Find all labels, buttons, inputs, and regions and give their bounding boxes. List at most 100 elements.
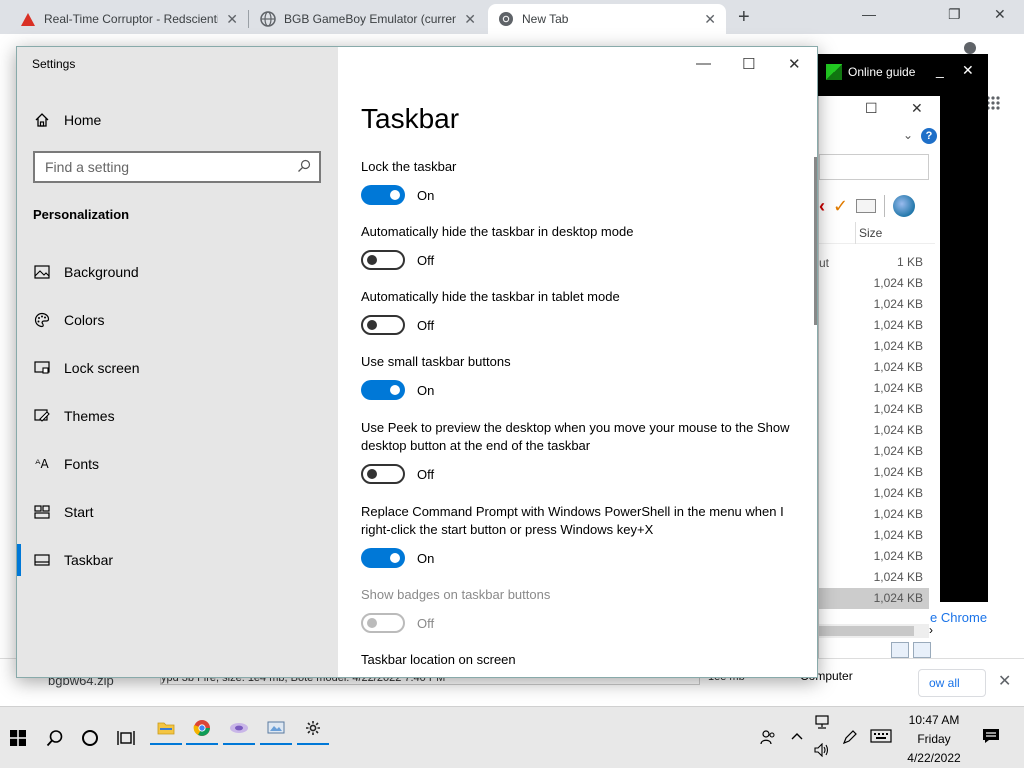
help-icon[interactable]: ? (921, 128, 937, 144)
nav-lock-screen[interactable]: Lock screen (17, 348, 338, 388)
file-row-size[interactable]: 1,024 KB (819, 567, 929, 588)
file-row-size[interactable]: 1,024 KB (819, 399, 929, 420)
taskbar-icon (33, 551, 51, 569)
toggle-autohide-tablet[interactable]: Off (361, 315, 434, 335)
keyboard-icon[interactable] (870, 729, 892, 746)
close-icon[interactable]: ✕ (704, 11, 716, 28)
column-header[interactable]: Size (819, 222, 935, 244)
toggle-state: Off (417, 317, 435, 333)
horizontal-scrollbar[interactable]: › (819, 623, 933, 638)
file-row-size[interactable]: 1,024 KB (819, 441, 929, 462)
settings-search-box[interactable] (33, 151, 321, 183)
file-row-size[interactable]: 1,024 KB (819, 588, 929, 609)
toggle-switch[interactable] (361, 548, 405, 568)
file-row-size[interactable]: 1,024 KB (819, 378, 929, 399)
close-icon[interactable]: ✕ (998, 671, 1011, 691)
file-row-size[interactable]: 1,024 KB (819, 294, 929, 315)
vertical-scrollbar[interactable] (814, 157, 817, 325)
toggle-powershell[interactable]: On (361, 548, 434, 568)
new-tab-button[interactable]: + (738, 6, 750, 29)
toggle-peek[interactable]: Off (361, 464, 434, 484)
file-row-size[interactable]: 1,024 KB (819, 483, 929, 504)
maximize-button[interactable]: ☐ (865, 100, 878, 117)
file-row-size[interactable]: 1 KB (819, 252, 929, 273)
minimize-button[interactable]: — (696, 55, 711, 72)
toggle-switch[interactable] (361, 185, 405, 205)
chevron-up-icon[interactable] (790, 729, 804, 744)
close-icon[interactable]: ✕ (226, 11, 238, 28)
delete-icon[interactable]: ‹ (819, 196, 825, 217)
tab-real-time-corruptor[interactable]: Real-Time Corruptor - Redscienti ✕ (10, 4, 248, 34)
scroll-thumb[interactable] (819, 626, 914, 636)
toggle-autohide-desktop[interactable]: Off (361, 250, 434, 270)
details-view-icon[interactable] (891, 642, 909, 658)
search-icon[interactable] (297, 159, 311, 176)
column-divider (855, 222, 856, 244)
toggle-switch[interactable] (361, 315, 405, 335)
toggle-small-buttons[interactable]: On (361, 380, 434, 400)
file-row-size[interactable]: 1,024 KB (819, 336, 929, 357)
people-icon[interactable] (760, 729, 776, 748)
action-center-icon[interactable] (982, 727, 1000, 748)
nav-start[interactable]: Start (17, 492, 338, 532)
taskbar-app-settings[interactable] (294, 713, 332, 745)
chrome-promo-link[interactable]: e Chrome (930, 610, 987, 625)
cortana-button[interactable] (72, 707, 108, 768)
tab-bgb-emulator[interactable]: BGB GameBoy Emulator (current ✕ (250, 4, 486, 34)
nav-background[interactable]: Background (17, 252, 338, 292)
taskbar-app-file-explorer[interactable] (147, 713, 185, 745)
file-row-size[interactable]: 1,024 KB (819, 357, 929, 378)
file-row-size[interactable]: 1,024 KB (819, 546, 929, 567)
scroll-right-arrow[interactable]: › (929, 623, 933, 637)
chrome-restore-button[interactable]: ❐ (948, 6, 961, 23)
show-all-button[interactable]: ow all (918, 669, 986, 697)
file-row-size[interactable]: 1,024 KB (819, 504, 929, 525)
close-button[interactable]: ✕ (788, 55, 801, 73)
start-button[interactable] (0, 707, 36, 768)
toggle-lock-taskbar[interactable]: On (361, 185, 434, 205)
nav-colors[interactable]: Colors (17, 300, 338, 340)
chevron-down-icon[interactable]: ⌄ (903, 128, 913, 142)
close-button[interactable]: ✕ (962, 62, 974, 79)
file-row-size[interactable]: 1,024 KB (819, 462, 929, 483)
online-guide-header[interactable]: Online guide (826, 64, 915, 80)
thumbnail-view-icon[interactable] (913, 642, 931, 658)
minimize-button[interactable]: _ (936, 62, 944, 78)
toggle-switch[interactable] (361, 464, 405, 484)
nav-fonts[interactable]: ᴬA Fonts (17, 444, 338, 484)
volume-icon[interactable] (814, 742, 830, 760)
pen-icon[interactable] (842, 729, 858, 748)
close-button[interactable]: ✕ (911, 100, 923, 117)
apps-grid-icon[interactable] (986, 96, 1000, 113)
maximize-button[interactable]: ☐ (742, 55, 755, 73)
taskbar-app-media[interactable] (220, 713, 258, 745)
nav-taskbar[interactable]: Taskbar (17, 540, 338, 580)
tab-separator (248, 10, 249, 28)
file-row-size[interactable]: 1,024 KB (819, 525, 929, 546)
chrome-close-button[interactable]: ✕ (994, 6, 1006, 23)
profile-avatar[interactable] (964, 42, 976, 54)
check-icon[interactable]: ✓ (833, 196, 848, 217)
properties-icon[interactable] (856, 199, 877, 213)
file-row-size[interactable]: 1,024 KB (819, 420, 929, 441)
explorer-search-box[interactable] (819, 154, 929, 180)
search-input[interactable] (45, 159, 297, 175)
clock[interactable]: 10:47 AM Friday 4/22/2022 (898, 711, 970, 768)
close-icon[interactable]: ✕ (464, 11, 476, 28)
toggle-switch[interactable] (361, 380, 405, 400)
file-row-size[interactable]: 1,024 KB (819, 273, 929, 294)
section-heading: Personalization (33, 207, 130, 222)
chrome-minimize-button[interactable]: — (862, 6, 876, 22)
file-row-size[interactable]: 1,024 KB (819, 315, 929, 336)
globe-icon[interactable] (893, 195, 916, 217)
toggle-switch[interactable] (361, 250, 405, 270)
taskbar-app-network[interactable] (257, 713, 295, 745)
search-button[interactable] (38, 707, 72, 768)
taskbar-app-chrome[interactable] (183, 713, 221, 745)
nav-home[interactable]: Home (17, 100, 338, 140)
task-view-button[interactable] (108, 707, 144, 768)
nav-label: Start (64, 504, 94, 520)
tab-new-tab[interactable]: New Tab ✕ (488, 4, 726, 34)
nav-themes[interactable]: Themes (17, 396, 338, 436)
network-icon[interactable] (814, 715, 830, 732)
